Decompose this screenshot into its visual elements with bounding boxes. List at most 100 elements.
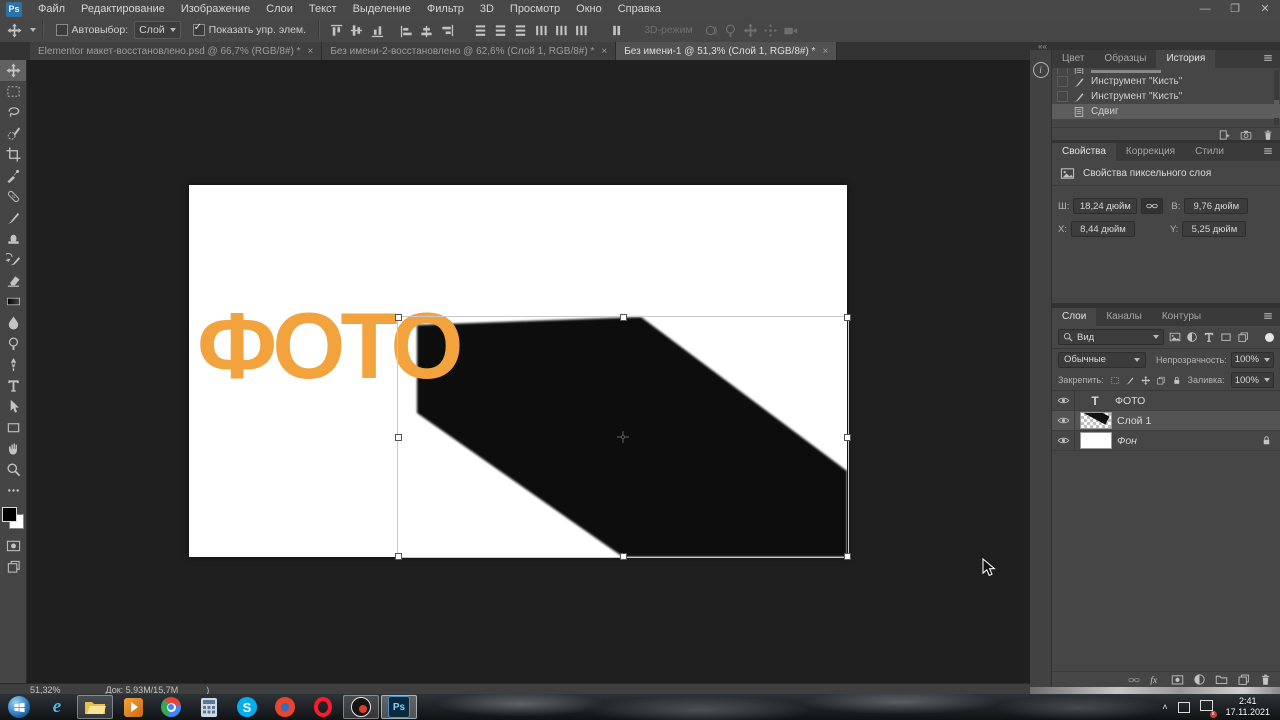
filter-adjustment-layers-icon[interactable] [1186,331,1198,343]
align-horizontal-centers-button[interactable] [418,22,435,39]
lock-position-icon[interactable] [1141,375,1151,386]
3d-camera-icon[interactable] [782,22,799,39]
distribute-left-edges-button[interactable] [532,22,549,39]
distribute-top-edges-button[interactable] [472,22,489,39]
distribute-spacing-button[interactable] [608,22,625,39]
menu-file[interactable]: Файл [30,0,73,18]
healing-brush-tool[interactable] [0,186,26,207]
text-layer-thumbnail[interactable]: T [1075,394,1115,408]
layer-visibility-toggle[interactable] [1052,391,1075,410]
browser-icon[interactable] [267,695,303,719]
link-layers-button[interactable] [1128,674,1140,686]
tab-close-icon[interactable]: × [601,46,607,57]
start-button[interactable] [1,695,37,719]
crop-tool[interactable] [0,144,26,165]
delete-state-icon[interactable] [1262,129,1274,141]
screen-mode-button[interactable] [0,556,26,577]
internet-explorer-icon[interactable]: e [39,695,75,719]
eyedropper-tool[interactable] [0,165,26,186]
clone-stamp-tool[interactable] [0,228,26,249]
lock-artboard-icon[interactable] [1156,375,1166,386]
document-tab-3-active[interactable]: Без имени-1 @ 51,3% (Слой 1, RGB/8#) *× [616,42,837,60]
layer-visibility-toggle[interactable] [1052,431,1075,450]
menu-type[interactable]: Текст [301,0,345,18]
lock-all-icon[interactable] [1172,375,1182,386]
3d-orbit-icon[interactable] [702,22,719,39]
constrain-proportions-icon[interactable] [1141,198,1163,214]
layer-row-text[interactable]: T ФОТО [1052,391,1280,411]
align-bottom-edges-button[interactable] [368,22,385,39]
tab-close-icon[interactable]: × [822,46,828,57]
type-tool[interactable] [0,375,26,396]
distribute-vertical-centers-button[interactable] [492,22,509,39]
tray-show-hidden-icon[interactable]: ˄ [1162,702,1167,712]
document-tab-2[interactable]: Без имени-2-восстановлено @ 62,6% (Слой … [322,42,616,60]
layer-row-background[interactable]: Фон [1052,431,1280,451]
tab-history[interactable]: История [1156,50,1215,68]
blend-mode-dropdown[interactable]: Обычные [1058,352,1146,368]
window-restore-button[interactable]: ❐ [1220,1,1250,18]
filter-shape-layers-icon[interactable] [1220,331,1232,343]
menu-filter[interactable]: Фильтр [419,0,472,18]
window-minimize-button[interactable]: — [1190,1,1220,18]
blur-tool[interactable] [0,312,26,333]
autoselect-checkbox[interactable] [56,24,68,36]
menu-window[interactable]: Окно [568,0,610,18]
history-brush-tool[interactable] [0,249,26,270]
quick-selection-tool[interactable] [0,123,26,144]
menu-select[interactable]: Выделение [345,0,419,18]
eraser-tool[interactable] [0,270,26,291]
height-field[interactable]: 9,76 дюйм [1184,198,1248,214]
tab-paths[interactable]: Контуры [1152,308,1211,326]
tray-action-center-icon[interactable]: x [1200,698,1213,716]
tab-properties[interactable]: Свойства [1052,143,1116,161]
photoshop-taskbar-icon[interactable]: Ps [381,695,417,719]
document-tab-1[interactable]: Elementor макет-восстановлено.psd @ 66,7… [30,42,322,60]
opacity-field[interactable]: 100% [1231,352,1274,368]
tab-color[interactable]: Цвет [1052,50,1094,68]
x-field[interactable]: 8,44 дюйм [1071,221,1135,237]
skype-icon[interactable]: S [229,695,265,719]
lock-pixels-icon[interactable] [1125,375,1135,386]
tray-window-icon[interactable] [1178,702,1190,713]
panel-menu-icon[interactable] [1256,143,1280,161]
menu-help[interactable]: Справка [610,0,669,18]
tool-preset-caret-icon[interactable] [30,28,36,32]
3d-roll-icon[interactable] [722,22,739,39]
distribute-horizontal-centers-button[interactable] [552,22,569,39]
zoom-level-field[interactable]: 51,32% [30,685,61,695]
filter-smart-objects-icon[interactable] [1237,331,1249,343]
window-close-button[interactable]: ✕ [1250,1,1280,18]
new-document-from-state-icon[interactable] [1218,129,1230,141]
new-adjustment-layer-button[interactable] [1193,673,1206,686]
align-top-edges-button[interactable] [328,22,345,39]
zoom-tool[interactable] [0,459,26,480]
menu-image[interactable]: Изображение [173,0,258,18]
move-tool[interactable] [0,60,26,81]
hand-tool[interactable] [0,438,26,459]
screen-recorder-icon[interactable] [343,695,379,719]
tab-channels[interactable]: Каналы [1096,308,1152,326]
menu-3d[interactable]: 3D [472,0,502,18]
menu-view[interactable]: Просмотр [502,0,568,18]
fill-field[interactable]: 100% [1231,372,1274,388]
path-selection-tool[interactable] [0,396,26,417]
width-field[interactable]: 18,24 дюйм [1073,198,1137,214]
lasso-tool[interactable] [0,102,26,123]
new-snapshot-icon[interactable] [1240,129,1252,141]
opera-icon[interactable] [305,695,341,719]
brush-tool[interactable] [0,207,26,228]
layer-visibility-toggle[interactable] [1052,411,1075,430]
menu-layers[interactable]: Слои [258,0,301,18]
filter-type-layers-icon[interactable] [1203,331,1215,343]
lock-transparency-icon[interactable] [1110,375,1120,386]
layer-filter-dropdown[interactable]: Вид [1058,329,1164,345]
taskbar-clock[interactable]: 2:41 17.11.2021 [1226,696,1270,718]
autoselect-target-dropdown[interactable]: Слой [134,21,181,39]
shape-tool[interactable] [0,417,26,438]
layer-row-selected[interactable]: Слой 1 [1052,411,1280,431]
delete-layer-button[interactable] [1259,673,1272,686]
tab-swatches[interactable]: Образцы [1094,50,1156,68]
pen-tool[interactable] [0,354,26,375]
tab-close-icon[interactable]: × [308,46,314,57]
